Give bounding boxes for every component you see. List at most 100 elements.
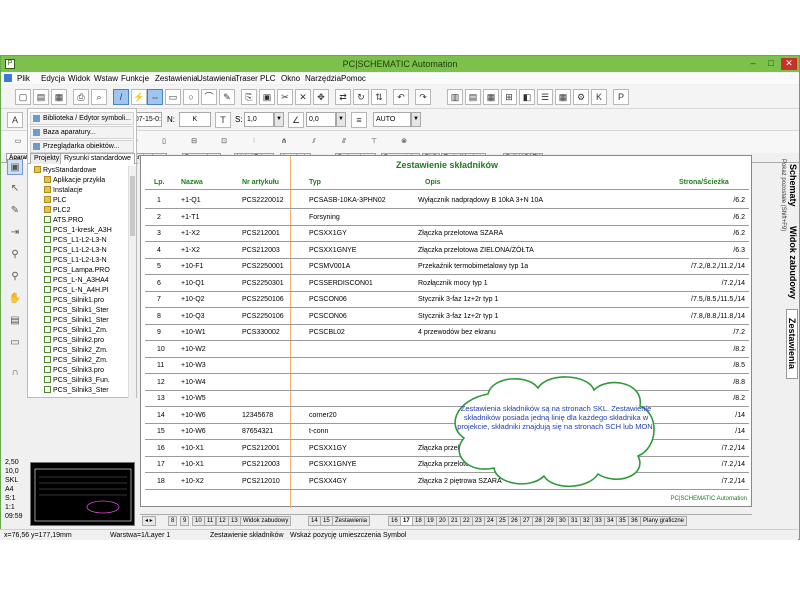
tree-item[interactable]: PCS_Silnik3_Fun. — [44, 376, 110, 386]
polyline-icon[interactable]: ⌒ — [201, 89, 217, 105]
symbol-no-icon[interactable]: ⫻ — [331, 133, 357, 151]
tab-zestawienia[interactable]: Zestawienia — [786, 309, 798, 379]
tree-item[interactable]: PCS_1-kresk_A3H — [44, 226, 112, 236]
show-others-tab[interactable]: Pokaż pozostałe (Shift+F9) — [774, 159, 786, 231]
pb-icon[interactable]: P — [613, 89, 629, 105]
page-preview[interactable] — [30, 462, 135, 526]
title-bar[interactable]: P PC|SCHEMATIC Automation – □ ✕ — [1, 56, 799, 72]
menu-item[interactable]: Pomoc — [341, 74, 366, 83]
select-tool-icon[interactable]: ▣ — [7, 159, 23, 175]
table-row[interactable]: 13 +10-W5/8.2 — [141, 390, 753, 406]
tree-item[interactable]: PCS_L1-L2-L3-N — [44, 236, 107, 246]
menu-item[interactable]: Edycja — [41, 74, 65, 83]
pen-icon[interactable]: ✎ — [219, 89, 235, 105]
tab-projects[interactable]: Projekty — [30, 153, 64, 164]
print-icon[interactable]: ⎙ — [73, 89, 89, 105]
plc-icon[interactable]: ⊞ — [501, 89, 517, 105]
table-row[interactable]: 11 +10-W3/8.5 — [141, 357, 753, 373]
minimize-button[interactable]: – — [745, 58, 761, 70]
page-tab[interactable]: 9 — [180, 516, 190, 526]
menu-item[interactable]: Ustawienia — [197, 74, 236, 83]
align-icon[interactable]: ≡ — [351, 112, 367, 128]
list-icon[interactable]: ☰ — [537, 89, 553, 105]
wire-tool-icon[interactable]: ⚡ — [131, 89, 147, 105]
menu-item[interactable]: Okno — [281, 74, 300, 83]
page-tab[interactable]: 30 — [556, 516, 569, 526]
export-icon[interactable]: ⇥ — [7, 225, 23, 241]
page-nav-icon[interactable]: ◂ ▸ — [142, 516, 156, 526]
page-tab[interactable]: 10 — [192, 516, 205, 526]
tree-item[interactable]: PCS_Silnik3_Ster — [44, 386, 109, 396]
tree-item[interactable]: RysStandardowe — [34, 166, 96, 176]
tree-scrollbar[interactable] — [128, 166, 136, 398]
table-row[interactable]: 5 +10-F1 PCS2250001 PCSMV001A Przekaźnik ter… — [141, 258, 753, 274]
tree-item[interactable]: PCS_Silnik2.pro — [44, 336, 104, 346]
edit-tool-icon[interactable]: ✎ — [7, 203, 23, 219]
menu-item[interactable]: Plik — [17, 74, 30, 83]
page-tab[interactable]: 28 — [532, 516, 545, 526]
page-tab[interactable]: 34 — [604, 516, 617, 526]
symbol-nc-icon[interactable]: ⫽ — [301, 133, 327, 151]
tree-item[interactable]: PCS_L-N_A4H.PI — [44, 286, 109, 296]
comment-cloud[interactable] — [448, 372, 658, 492]
tree-item[interactable]: PCS_Lampa.PRO — [44, 266, 110, 276]
page-tab[interactable]: 27 — [520, 516, 533, 526]
table-row[interactable]: 3 +1-X2 PCS212001 PCSXX1GY Złączka przelotow… — [141, 225, 753, 241]
symbols-icon[interactable]: ⚙ — [573, 89, 589, 105]
page-tab[interactable]: 32 — [580, 516, 593, 526]
page-tab[interactable]: 31 — [568, 516, 581, 526]
symbol-breaker-icon[interactable]: ⫶ — [241, 133, 267, 151]
print-preview-icon[interactable]: ⌕ — [91, 89, 107, 105]
tab-widok-zabudowy[interactable]: Widok zabudowy — [786, 221, 798, 303]
circle-icon[interactable]: ○ — [183, 89, 199, 105]
app-menu-icon[interactable] — [4, 74, 12, 82]
hand-icon[interactable]: ✋ — [7, 291, 23, 307]
table-row[interactable]: 7 +10-Q2 PCS2250106 PCSCON06 Stycznik 3-faz … — [141, 291, 753, 307]
document-icon[interactable]: ▤ — [465, 89, 481, 105]
menu-item[interactable]: PLC — [260, 74, 276, 83]
tab-standard-drawings[interactable]: Rysunki standardowe — [60, 153, 135, 164]
table-row[interactable]: 10 +10-W2/8.2 — [141, 341, 753, 357]
rectangle-icon[interactable]: ▭ — [165, 89, 181, 105]
menu-item[interactable]: Funkcje — [121, 74, 149, 83]
menu-item[interactable]: Traser — [235, 74, 258, 83]
page-tab[interactable]: 24 — [484, 516, 497, 526]
symbol-fuse-icon[interactable]: ▯ — [151, 133, 177, 151]
n-field[interactable]: K — [179, 112, 211, 127]
kk-icon[interactable]: K — [591, 89, 607, 105]
page-tab[interactable]: Zestawienia — [332, 516, 371, 526]
font-icon[interactable]: T — [215, 112, 231, 128]
table-row[interactable]: 14 +10-W6 12345678 corner20/14 — [141, 407, 753, 423]
table-icon[interactable]: ▦ — [555, 89, 571, 105]
scrollbar-thumb[interactable] — [130, 176, 135, 236]
page-tab[interactable]: 18 — [412, 516, 425, 526]
delete-icon[interactable]: ✕ — [295, 89, 311, 105]
mirror-icon[interactable]: ⇅ — [371, 89, 387, 105]
tree-item[interactable]: PCS_Silnik1_Zm. — [44, 326, 108, 336]
page-tab[interactable]: 13 — [228, 516, 241, 526]
page-tab[interactable]: 8 — [168, 516, 178, 526]
page-tab[interactable]: 16 — [388, 516, 401, 526]
angle-dropdown-icon[interactable]: ▼ — [336, 112, 346, 127]
move-icon[interactable]: ✥ — [313, 89, 329, 105]
tree-item[interactable]: PCS_Silnik1.pro — [44, 296, 104, 306]
scale-field[interactable]: 1,0 — [244, 112, 274, 127]
page-tab[interactable]: 15 — [320, 516, 333, 526]
tree-item[interactable]: PCS_L1-L2-L3-N — [44, 256, 107, 266]
zoom-fit-icon[interactable]: ⇔ — [147, 89, 163, 105]
tree-item[interactable]: PCS_L1-L2-L3-N — [44, 246, 107, 256]
pointer-icon[interactable]: ↖ — [7, 181, 23, 197]
angle-icon[interactable]: ∠ — [288, 112, 304, 128]
mode-dropdown-icon[interactable]: ▼ — [411, 112, 421, 127]
zoom-icon[interactable]: ⚲ — [7, 247, 23, 263]
page-tab[interactable]: 26 — [508, 516, 521, 526]
library-editor-button[interactable]: Biblioteka / Edytor symboli... — [30, 112, 134, 125]
tree-item[interactable]: PLC — [44, 196, 67, 206]
components-sheet[interactable]: Zestawienie składników Lp. Nazwa Nr arty… — [140, 155, 753, 508]
tree-item[interactable]: Instalacje — [44, 186, 83, 196]
page-tab[interactable]: 25 — [496, 516, 509, 526]
angle-field[interactable]: 0,0 — [306, 112, 336, 127]
symbol-relay-icon[interactable]: ⊟ — [181, 133, 207, 151]
tree-item[interactable]: PLC2 — [44, 206, 71, 216]
tree-item[interactable]: ATS.PRO — [44, 216, 83, 226]
